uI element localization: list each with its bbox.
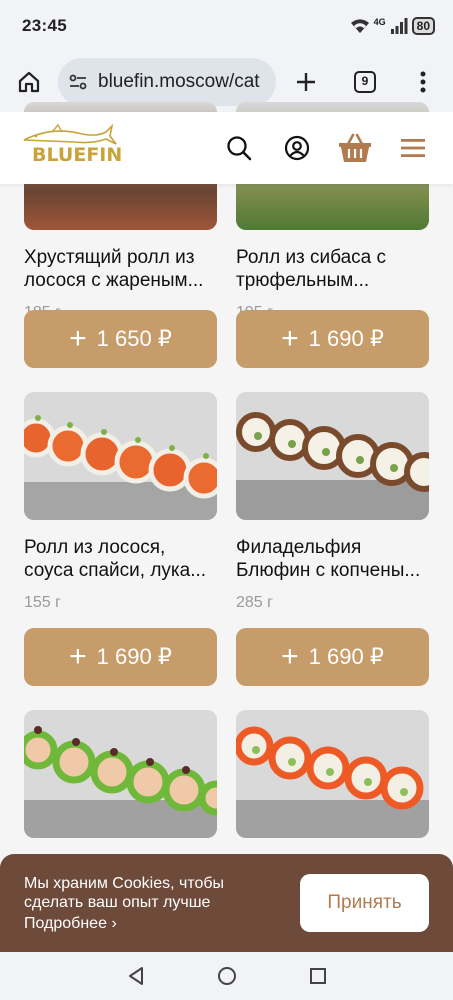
- status-time: 23:45: [22, 16, 67, 35]
- product-name[interactable]: Ролл из сибаса с трюфельным...: [236, 246, 429, 292]
- product-card[interactable]: [24, 710, 217, 854]
- network-label: 4G: [373, 17, 386, 27]
- site-header: BLUEFIN: [0, 112, 453, 184]
- back-icon[interactable]: [126, 966, 146, 986]
- chevron-right-icon: ›: [111, 914, 117, 932]
- accept-cookies-button[interactable]: Принять: [300, 874, 429, 932]
- product-card[interactable]: Ролл из лосося, соуса спайси, лука... 15…: [24, 392, 217, 612]
- cart-button[interactable]: [337, 130, 373, 166]
- plus-icon: +: [69, 640, 87, 673]
- bluefin-logo[interactable]: BLUEFIN: [22, 124, 122, 172]
- signal-icon: [390, 18, 408, 34]
- search-icon: [227, 136, 252, 161]
- product-card[interactable]: Филадельфия Блюфин с копчены... 285 г: [236, 392, 429, 612]
- search-button[interactable]: [221, 130, 257, 166]
- product-name[interactable]: Хрустящий ролл из лосося с жареным...: [24, 246, 217, 292]
- add-to-cart-button[interactable]: + 1 690 ₽: [24, 628, 217, 686]
- product-image[interactable]: [236, 392, 429, 520]
- cookie-message: Мы храним Cookies, чтобы сделать ваш опы…: [24, 874, 264, 933]
- plus-icon: +: [281, 322, 299, 355]
- product-weight: 155 г: [24, 594, 61, 611]
- logo-text: BLUEFIN: [32, 144, 123, 166]
- plus-icon: +: [281, 640, 299, 673]
- salmon-roll-image: [24, 392, 217, 520]
- status-icons: 4G 80: [350, 17, 435, 35]
- user-icon: [284, 135, 310, 161]
- product-name[interactable]: Филадельфия Блюфин с копчены...: [236, 536, 429, 582]
- product-image[interactable]: [24, 710, 217, 838]
- address-bar[interactable]: bluefin.moscow/cat: [58, 58, 276, 106]
- more-vert-icon: [420, 71, 426, 93]
- philadelphia-roll-image: [236, 392, 429, 520]
- product-image[interactable]: [236, 710, 429, 838]
- product-weight: 285 г: [236, 594, 273, 611]
- cookie-more-label: Подробнее: [24, 914, 107, 932]
- hamburger-icon: [401, 139, 425, 157]
- price-label: 1 690 ₽: [96, 644, 172, 669]
- cookie-banner: Мы храним Cookies, чтобы сделать ваш опы…: [0, 854, 453, 952]
- product-name[interactable]: Ролл из лосося, соуса спайси, лука...: [24, 536, 217, 582]
- product-image[interactable]: [24, 392, 217, 520]
- wifi-icon: [350, 19, 369, 33]
- url-text: bluefin.moscow/cat: [98, 71, 260, 92]
- system-nav-bar: [0, 952, 453, 1000]
- battery-indicator: 80: [411, 17, 435, 35]
- site-settings-icon[interactable]: [66, 70, 90, 94]
- home-circle-icon[interactable]: [217, 966, 237, 986]
- price-label: 1 690 ₽: [308, 326, 384, 351]
- status-bar: 23:45 4G 80: [0, 0, 453, 52]
- add-to-cart-button[interactable]: + 1 650 ₽: [24, 310, 217, 368]
- basket-icon: [339, 133, 371, 162]
- hamburger-menu-button[interactable]: [395, 130, 431, 166]
- price-label: 1 650 ₽: [96, 326, 172, 351]
- home-icon: [18, 71, 40, 93]
- price-label: 1 690 ₽: [308, 644, 384, 669]
- cookie-more-link[interactable]: Подробнее ›: [24, 914, 264, 933]
- green-roll-image: [24, 710, 217, 838]
- cookie-text: Мы храним Cookies, чтобы сделать ваш опы…: [24, 874, 225, 911]
- plus-icon: +: [69, 322, 87, 355]
- header-actions: [221, 112, 431, 184]
- add-to-cart-button[interactable]: + 1 690 ₽: [236, 628, 429, 686]
- tobiko-roll-image: [236, 710, 429, 838]
- tab-count: 9: [354, 71, 376, 93]
- plus-icon: [297, 73, 315, 91]
- add-to-cart-button[interactable]: + 1 690 ₽: [236, 310, 429, 368]
- account-button[interactable]: [279, 130, 315, 166]
- product-card[interactable]: [236, 710, 429, 854]
- recents-icon[interactable]: [309, 967, 327, 985]
